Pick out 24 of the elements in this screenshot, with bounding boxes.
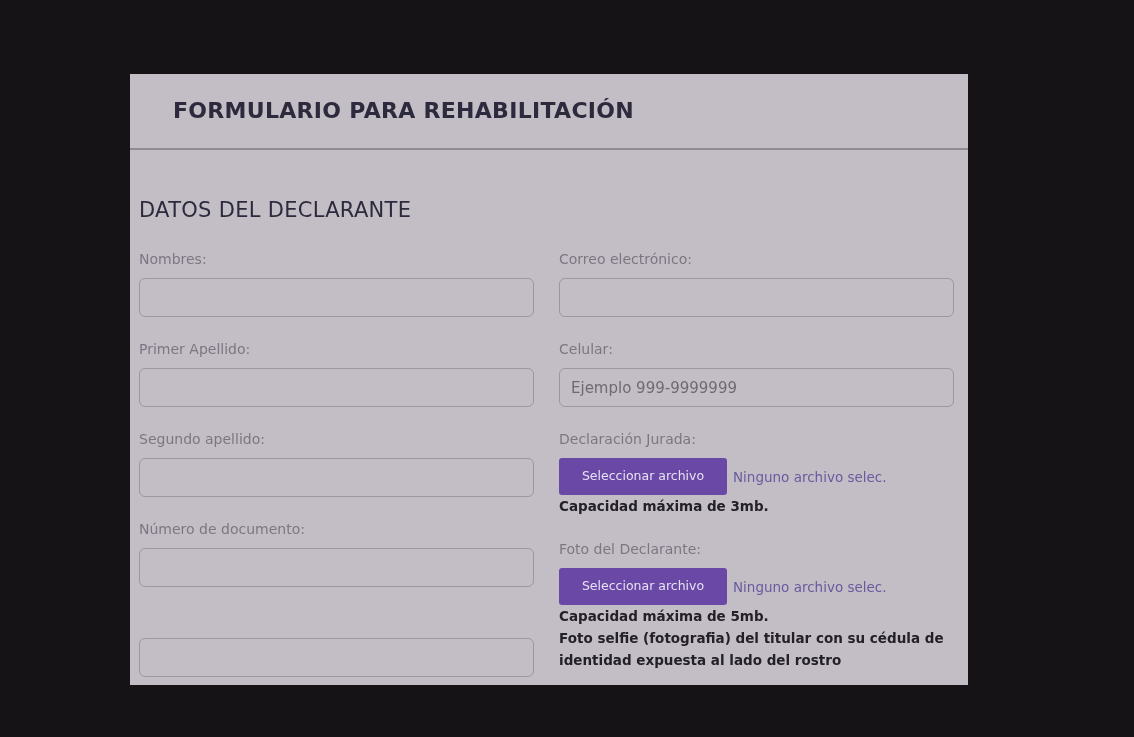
file-note: Capacidad máxima de 5mb. [559, 607, 770, 627]
field-label: Foto del Declarante: [559, 540, 703, 560]
field-label: Correo electrónico: [559, 250, 693, 270]
field-label: Declaración Jurada: [559, 430, 697, 450]
input-field[interactable] [139, 278, 534, 318]
file-note: Foto selfie (fotografia) del titular con su cédula de identidad expuesta al lado del rostro [559, 629, 945, 671]
file-status: Ninguno archivo selec. [733, 467, 887, 487]
form-title: FORMULARIO PARA REHABILITACIÓN [173, 98, 636, 125]
field-label: Segundo apellido: [139, 430, 266, 450]
input-field[interactable] [139, 638, 534, 678]
file-note: Capacidad máxima de 3mb. [559, 497, 770, 517]
input-field[interactable] [559, 278, 954, 318]
section-title: DATOS DEL DECLARANTE [139, 198, 413, 224]
file-select-button[interactable]: Seleccionar archivo [559, 458, 727, 496]
field-label: Primer Apellido: [139, 340, 252, 360]
input-field[interactable] [139, 368, 534, 408]
file-select-button[interactable]: Seleccionar archivo [559, 568, 727, 606]
file-status: Ninguno archivo selec. [733, 577, 887, 597]
field-label: Nombres: [139, 250, 208, 270]
field-label: Celular: [559, 340, 614, 360]
input-field[interactable] [139, 548, 534, 588]
field-label: Número de documento: [139, 520, 306, 540]
input-field[interactable]: Ejemplo 999-9999999 [559, 368, 954, 408]
input-field[interactable] [139, 458, 534, 498]
